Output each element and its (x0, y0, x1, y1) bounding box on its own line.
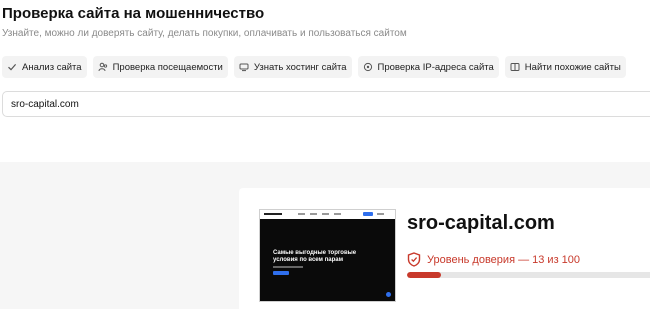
page-subtitle: Узнайте, можно ли доверять сайту, делать… (2, 28, 407, 39)
tab-label: Узнать хостинг сайта (253, 61, 347, 73)
preview-headline: Самые выгодные торговые условия по всем … (273, 250, 357, 263)
server-icon (239, 63, 249, 72)
tab-ip-check[interactable]: Проверка IP-адреса сайта (357, 56, 499, 78)
trust-level-text: Уровень доверия — 13 из 100 (427, 253, 581, 266)
check-icon (8, 64, 17, 71)
preview-nav-link (310, 213, 317, 215)
similar-icon (510, 63, 520, 71)
users-icon (98, 62, 107, 72)
page-title: Проверка сайта на мошенничество (2, 5, 265, 22)
result-domain: sro-capital.com (407, 212, 555, 234)
preview-navbar (260, 210, 395, 219)
search-input-value: sro-capital.com (11, 98, 79, 110)
result-card: Самые выгодные торговые условия по всем … (239, 188, 650, 318)
preview-nav-link (377, 213, 384, 215)
search-input[interactable]: sro-capital.com (2, 91, 650, 117)
tab-similar-sites[interactable]: Найти похожие сайты (504, 56, 626, 78)
preview-nav-button (363, 212, 373, 216)
results-section: Самые выгодные торговые условия по всем … (0, 162, 650, 318)
shield-icon (407, 252, 421, 267)
tab-label: Проверка посещаемости (112, 61, 223, 73)
trust-level: Уровень доверия — 13 из 100 (407, 252, 580, 267)
tab-hosting[interactable]: Узнать хостинг сайта (233, 56, 352, 78)
preview-logo (264, 213, 282, 215)
tab-label: Проверка IP-адреса сайта (377, 61, 494, 73)
preview-chat-icon (386, 292, 391, 297)
preview-nav-link (334, 213, 341, 215)
tab-label: Анализ сайта (22, 61, 82, 73)
tab-traffic-check[interactable]: Проверка посещаемости (92, 56, 228, 78)
location-icon (363, 62, 372, 72)
trust-progress-fill (407, 272, 441, 278)
site-preview-thumbnail[interactable]: Самые выгодные торговые условия по всем … (259, 209, 396, 302)
tool-tabs: Анализ сайта Проверка посещаемости Узнат… (2, 56, 626, 78)
preview-cta-button (273, 271, 289, 275)
preview-nav-link (322, 213, 329, 215)
preview-nav-link (298, 213, 305, 215)
tab-site-analysis[interactable]: Анализ сайта (2, 56, 87, 78)
preview-subtext (273, 266, 303, 268)
trust-progress-bar (407, 272, 650, 278)
tab-label: Найти похожие сайты (524, 61, 621, 73)
